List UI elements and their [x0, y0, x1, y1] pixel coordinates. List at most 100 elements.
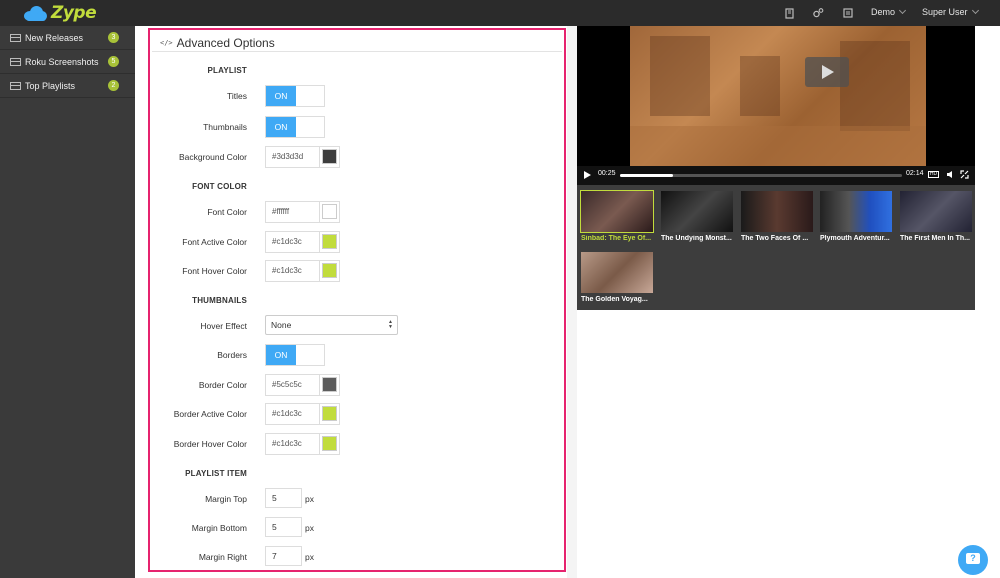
play-overlay-button[interactable]: [805, 57, 849, 87]
question-icon: ?: [970, 553, 976, 563]
hover-effect-select[interactable]: None ▲ ▼: [265, 315, 398, 335]
borders-toggle[interactable]: ON: [265, 344, 325, 366]
sidebar-item-top-playlists[interactable]: Top Playlists 2: [0, 74, 135, 98]
color-swatch[interactable]: [319, 404, 339, 424]
color-value: #5c5c5c: [272, 380, 302, 389]
toggle-on-state: ON: [266, 345, 296, 365]
count-badge: 2: [108, 80, 119, 91]
margin-bottom-label: Margin Bottom: [191, 523, 247, 533]
panel-title: Advanced Options: [176, 36, 275, 50]
panel-header[interactable]: </> Advanced Options: [160, 34, 275, 52]
font-color-label: Font Color: [207, 207, 247, 217]
divider: [152, 51, 562, 52]
thumbnail-image: [900, 191, 972, 232]
hd-badge[interactable]: HD: [928, 171, 939, 178]
top-bar: Zype Demo Super User: [0, 0, 1000, 26]
thumbnail-image: [581, 252, 653, 293]
selected-value: None: [271, 320, 292, 330]
border-hover-color-field[interactable]: #c1dc3c: [265, 433, 340, 455]
thumbnail-title: The Two Faces Of ...: [741, 235, 809, 242]
color-swatch[interactable]: [319, 147, 339, 167]
user-menu[interactable]: Super User: [922, 6, 979, 17]
thumbnail-image: [661, 191, 733, 232]
section-title-thumbnails: THUMBNAILS: [192, 296, 247, 305]
chevron-down-icon: [971, 6, 979, 15]
video-frame: [630, 26, 926, 166]
playlist-thumbnail[interactable]: The Two Faces Of ...: [741, 191, 813, 242]
account-menu-demo[interactable]: Demo: [871, 6, 907, 17]
font-color-field[interactable]: #ffffff: [265, 201, 340, 223]
unit-label: px: [305, 523, 314, 533]
sidebar-item-new-releases[interactable]: New Releases 3: [0, 26, 135, 50]
color-swatch[interactable]: [319, 232, 339, 252]
select-arrows-icon: ▲ ▼: [388, 319, 393, 330]
playlist-thumbnail[interactable]: The Undying Monst...: [661, 191, 733, 242]
news-icon[interactable]: [842, 7, 854, 19]
font-hover-color-label: Font Hover Color: [182, 266, 247, 276]
color-swatch[interactable]: [319, 261, 339, 281]
thumbnail-title: Plymouth Adventur...: [820, 235, 890, 242]
thumbnail-title: The Golden Voyag...: [581, 296, 648, 303]
color-value: #c1dc3c: [272, 266, 302, 275]
titles-toggle[interactable]: ON: [265, 85, 325, 107]
margin-top-input[interactable]: 5: [265, 488, 302, 508]
margin-bottom-input[interactable]: 5: [265, 517, 302, 537]
video-player-preview: 00:25 02:14 HD Sinbad: The Eye Of... The…: [577, 26, 975, 310]
logo-text: Zype: [51, 3, 97, 23]
playlist-thumbnail[interactable]: Plymouth Adventur...: [820, 191, 892, 242]
play-icon[interactable]: [584, 171, 591, 179]
border-hover-color-label: Border Hover Color: [173, 439, 247, 449]
volume-icon[interactable]: [946, 170, 955, 182]
playlist-thumbnail[interactable]: Sinbad: The Eye Of...: [580, 190, 654, 242]
video-area[interactable]: [577, 26, 975, 166]
font-hover-color-field[interactable]: #c1dc3c: [265, 260, 340, 282]
toggle-on-state: ON: [266, 117, 296, 137]
color-value: #c1dc3c: [272, 439, 302, 448]
playlist-icon: [10, 33, 21, 42]
color-value: #c1dc3c: [272, 237, 302, 246]
border-active-color-label: Border Active Color: [173, 409, 247, 419]
color-swatch[interactable]: [319, 375, 339, 395]
thumbnails-toggle[interactable]: ON: [265, 116, 325, 138]
thumbnail-title: Sinbad: The Eye Of...: [581, 235, 652, 242]
sidebar-item-label: Top Playlists: [25, 80, 76, 91]
background-color-label: Background Color: [178, 152, 247, 162]
border-color-label: Border Color: [198, 380, 247, 390]
sidebar-item-roku-screenshots[interactable]: Roku Screenshots 5: [0, 50, 135, 74]
gears-icon[interactable]: [812, 7, 824, 19]
fullscreen-icon[interactable]: [960, 170, 969, 182]
thumbnail-image: [820, 191, 892, 232]
playlist-icon: [10, 57, 21, 66]
thumbnail-image: [580, 190, 654, 233]
section-title-playlist-item: PLAYLIST ITEM: [185, 469, 247, 478]
zype-logo[interactable]: Zype: [22, 2, 97, 24]
help-chat-button[interactable]: ?: [958, 545, 988, 575]
thumbnail-title: The First Men In Th...: [900, 235, 970, 242]
border-color-field[interactable]: #5c5c5c: [265, 374, 340, 396]
color-value: #ffffff: [272, 207, 290, 216]
seek-bar[interactable]: [620, 174, 902, 177]
color-swatch[interactable]: [319, 434, 339, 454]
margin-top-label: Margin Top: [205, 494, 247, 504]
color-swatch[interactable]: [319, 202, 339, 222]
thumbnail-image: [741, 191, 813, 232]
background-color-field[interactable]: #3d3d3d: [265, 146, 340, 168]
font-active-color-field[interactable]: #c1dc3c: [265, 231, 340, 253]
color-value: #3d3d3d: [272, 152, 304, 161]
duration: 02:14: [906, 170, 924, 177]
sidebar-item-label: New Releases: [25, 32, 84, 43]
current-time: 00:25: [598, 170, 616, 177]
sidebar-item-label: Roku Screenshots: [25, 56, 99, 67]
unit-label: px: [305, 494, 314, 504]
playlist-thumbnail[interactable]: The First Men In Th...: [900, 191, 972, 242]
advanced-options-panel: </> Advanced Options PLAYLIST Titles ON …: [148, 28, 566, 572]
chevron-down-icon: [898, 6, 907, 15]
margin-right-input[interactable]: 7: [265, 546, 302, 566]
player-controls: 00:25 02:14 HD: [577, 166, 975, 185]
border-active-color-field[interactable]: #c1dc3c: [265, 403, 340, 425]
playlist-thumbnail[interactable]: The Golden Voyag...: [581, 252, 653, 303]
code-icon: </>: [160, 39, 173, 47]
book-icon[interactable]: [784, 7, 796, 19]
thumbnail-title: The Undying Monst...: [661, 235, 732, 242]
seek-progress: [620, 174, 673, 177]
